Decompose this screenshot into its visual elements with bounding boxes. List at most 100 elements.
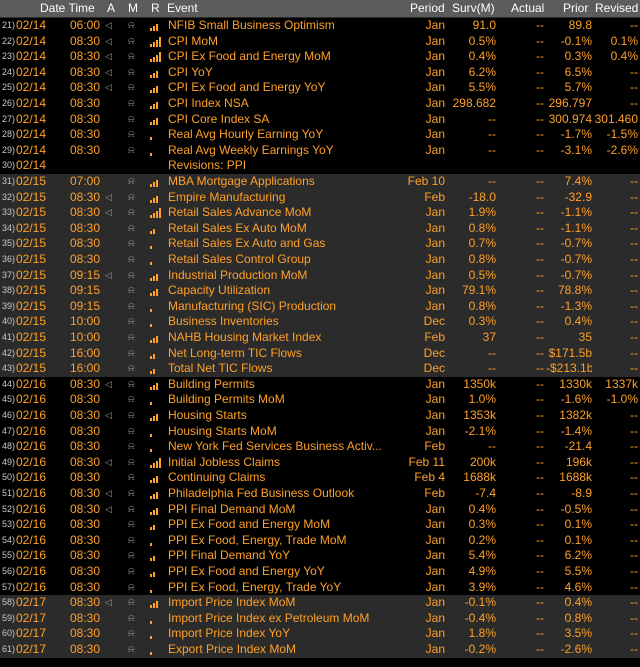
bell-icon[interactable]: ⍾ xyxy=(128,346,140,362)
table-row[interactable]: 22) 02/14 08:30 ◁ ⍾ CPI MoM Jan 0.5% -- -0.1% 0.1% xyxy=(0,33,640,50)
speaker-icon[interactable]: ◁ xyxy=(105,486,117,502)
speaker-icon[interactable] xyxy=(105,314,117,330)
bell-icon[interactable]: ⍾ xyxy=(128,642,140,658)
table-row[interactable]: 48) 02/16 08:30 ⍾ New York Fed Services Busi… xyxy=(0,439,640,455)
event-name[interactable]: NAHB Housing Market Index xyxy=(168,330,400,346)
event-name[interactable]: Import Price Index MoM xyxy=(168,595,400,611)
speaker-icon[interactable]: ◁ xyxy=(105,34,117,50)
speaker-icon[interactable] xyxy=(105,533,117,549)
table-row[interactable]: 39) 02/15 09:15 ⍾ Manufacturing (SIC) Produc… xyxy=(0,298,640,315)
event-name[interactable]: Initial Jobless Claims xyxy=(168,455,400,471)
bell-icon[interactable]: ⍾ xyxy=(128,96,140,112)
bell-icon[interactable]: ⍾ xyxy=(128,361,140,377)
table-row[interactable]: 52) 02/16 08:30 ◁ ⍾ PPI Final Demand MoM Jan 0.… xyxy=(0,501,640,518)
event-name[interactable]: Empire Manufacturing xyxy=(168,190,400,206)
header-r[interactable]: R xyxy=(151,1,160,15)
speaker-icon[interactable]: ◁ xyxy=(105,455,117,471)
table-row[interactable]: 41) 02/15 10:00 ⍾ NAHB Housing Market Index F… xyxy=(0,330,640,346)
table-row[interactable]: 55) 02/16 08:30 ⍾ PPI Final Demand YoY Jan 5.4… xyxy=(0,548,640,564)
header-prior[interactable]: Prior xyxy=(563,1,588,15)
bell-icon[interactable]: ⍾ xyxy=(128,314,140,330)
speaker-icon[interactable]: ◁ xyxy=(105,190,117,206)
table-row[interactable]: 60) 02/17 08:30 ⍾ Import Price Index YoY Jan 1… xyxy=(0,626,640,642)
speaker-icon[interactable] xyxy=(105,299,117,315)
speaker-icon[interactable] xyxy=(105,626,117,642)
bell-icon[interactable]: ⍾ xyxy=(128,112,140,128)
event-name[interactable]: PPI Ex Food and Energy MoM xyxy=(168,517,400,533)
table-row[interactable]: 56) 02/16 08:30 ⍾ PPI Ex Food and Energy YoY… xyxy=(0,564,640,580)
table-row[interactable]: 57) 02/16 08:30 ⍾ PPI Ex Food, Energy, Trade… xyxy=(0,579,640,596)
bell-icon[interactable]: ⍾ xyxy=(128,611,140,627)
speaker-icon[interactable] xyxy=(105,221,117,237)
speaker-icon[interactable] xyxy=(105,361,117,377)
table-row[interactable]: 23) 02/14 08:30 ◁ ⍾ CPI Ex Food and Energy Mo… xyxy=(0,49,640,65)
event-name[interactable]: Real Avg Weekly Earnings YoY xyxy=(168,143,400,159)
bell-icon[interactable]: ⍾ xyxy=(128,268,140,284)
table-row[interactable]: 37) 02/15 09:15 ◁ ⍾ Industrial Production MoM… xyxy=(0,267,640,284)
bell-icon[interactable]: ⍾ xyxy=(128,377,140,393)
bell-icon[interactable]: ⍾ xyxy=(128,236,140,252)
speaker-icon[interactable] xyxy=(105,642,117,658)
table-row[interactable]: 35) 02/15 08:30 ⍾ Retail Sales Ex Auto and G… xyxy=(0,236,640,252)
event-name[interactable]: NFIB Small Business Optimism xyxy=(168,18,400,34)
event-name[interactable]: Total Net TIC Flows xyxy=(168,361,400,377)
bell-icon[interactable]: ⍾ xyxy=(128,455,140,471)
header-date-time[interactable]: Date Time xyxy=(40,1,95,15)
table-row[interactable]: 50) 02/16 08:30 ⍾ Continuing Claims Feb 4 1688… xyxy=(0,470,640,486)
event-name[interactable]: Net Long-term TIC Flows xyxy=(168,346,400,362)
speaker-icon[interactable]: ◁ xyxy=(105,18,117,34)
event-name[interactable]: PPI Ex Food, Energy, Trade MoM xyxy=(168,533,400,549)
bell-icon[interactable]: ⍾ xyxy=(128,486,140,502)
event-name[interactable]: CPI Ex Food and Energy MoM xyxy=(168,49,400,65)
speaker-icon[interactable] xyxy=(105,470,117,486)
revisions-label[interactable]: Revisions: PPI xyxy=(168,158,400,174)
table-row[interactable]: 45) 02/16 08:30 ⍾ Building Permits MoM Jan 1.0… xyxy=(0,392,640,408)
speaker-icon[interactable] xyxy=(105,330,117,346)
event-name[interactable]: Retail Sales Ex Auto and Gas xyxy=(168,236,400,252)
speaker-icon[interactable] xyxy=(105,346,117,362)
event-name[interactable]: Export Price Index MoM xyxy=(168,642,400,658)
bell-icon[interactable]: ⍾ xyxy=(128,18,140,34)
table-row[interactable]: 53) 02/16 08:30 ⍾ PPI Ex Food and Energy MoM… xyxy=(0,517,640,533)
table-row[interactable]: 59) 02/17 08:30 ⍾ Import Price Index ex Petr… xyxy=(0,610,640,627)
table-row[interactable]: 32) 02/15 08:30 ◁ ⍾ Empire Manufacturing Feb -1… xyxy=(0,189,640,206)
speaker-icon[interactable]: ◁ xyxy=(105,65,117,81)
bell-icon[interactable]: ⍾ xyxy=(128,564,140,580)
event-name[interactable]: Real Avg Hourly Earning YoY xyxy=(168,127,400,143)
bell-icon[interactable]: ⍾ xyxy=(128,595,140,611)
bell-icon[interactable]: ⍾ xyxy=(128,174,140,190)
event-name[interactable]: PPI Final Demand YoY xyxy=(168,548,400,564)
event-name[interactable]: Building Permits xyxy=(168,377,400,393)
event-name[interactable]: PPI Ex Food and Energy YoY xyxy=(168,564,400,580)
speaker-icon[interactable]: ◁ xyxy=(105,268,117,284)
bell-icon[interactable]: ⍾ xyxy=(128,143,140,159)
bell-icon[interactable]: ⍾ xyxy=(128,533,140,549)
table-row[interactable]: 21) 02/14 06:00 ◁ ⍾ NFIB Small Business Optim… xyxy=(0,18,640,34)
bell-icon[interactable]: ⍾ xyxy=(128,221,140,237)
table-row[interactable]: 44) 02/16 08:30 ◁ ⍾ Building Permits Jan 1350k -… xyxy=(0,376,640,393)
event-name[interactable]: Continuing Claims xyxy=(168,470,400,486)
speaker-icon[interactable] xyxy=(105,564,117,580)
bell-icon[interactable]: ⍾ xyxy=(128,408,140,424)
header-revised[interactable]: Revised xyxy=(595,1,638,15)
event-name[interactable]: PPI Ex Food, Energy, Trade YoY xyxy=(168,580,400,596)
bell-icon[interactable]: ⍾ xyxy=(128,80,140,96)
bell-icon[interactable]: ⍾ xyxy=(128,205,140,221)
speaker-icon[interactable] xyxy=(105,143,117,159)
bell-icon[interactable]: ⍾ xyxy=(128,330,140,346)
speaker-icon[interactable]: ◁ xyxy=(105,205,117,221)
table-row[interactable]: 47) 02/16 08:30 ⍾ Housing Starts MoM Jan -2.1%… xyxy=(0,423,640,440)
bell-icon[interactable]: ⍾ xyxy=(128,424,140,440)
speaker-icon[interactable]: ◁ xyxy=(105,377,117,393)
event-name[interactable]: CPI Core Index SA xyxy=(168,112,400,128)
table-row[interactable]: 31) 02/15 07:00 ⍾ MBA Mortgage Applications F… xyxy=(0,174,640,190)
speaker-icon[interactable] xyxy=(105,283,117,299)
event-name[interactable]: MBA Mortgage Applications xyxy=(168,174,400,190)
speaker-icon[interactable] xyxy=(105,424,117,440)
event-name[interactable]: CPI Index NSA xyxy=(168,96,400,112)
table-row[interactable]: 25) 02/14 08:30 ◁ ⍾ CPI Ex Food and Energy Yo… xyxy=(0,80,640,96)
event-name[interactable]: Housing Starts MoM xyxy=(168,424,400,440)
header-period[interactable]: Period xyxy=(410,1,445,15)
event-name[interactable]: Capacity Utilization xyxy=(168,283,400,299)
table-row[interactable]: 61) 02/17 08:30 ⍾ Export Price Index MoM Jan -… xyxy=(0,642,640,658)
